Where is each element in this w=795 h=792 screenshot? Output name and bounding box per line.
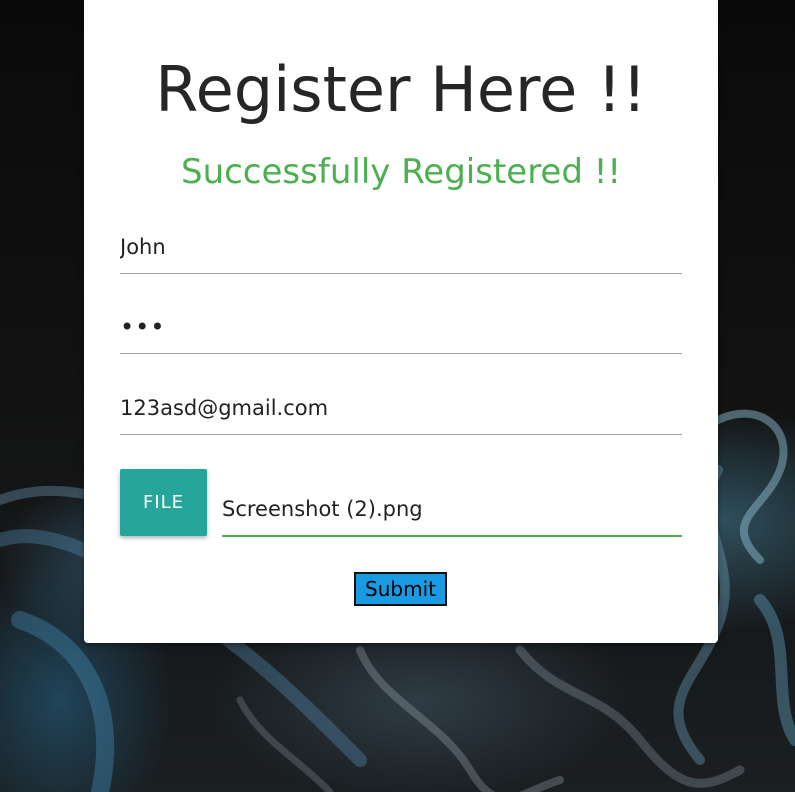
file-path-input[interactable] bbox=[222, 482, 682, 537]
file-upload-button[interactable]: FILE bbox=[120, 469, 207, 536]
email-input[interactable] bbox=[120, 381, 682, 435]
submit-button[interactable]: Submit bbox=[354, 572, 447, 606]
success-message: Successfully Registered !! bbox=[180, 152, 621, 192]
name-input[interactable] bbox=[120, 220, 682, 274]
page-title: Register Here !! bbox=[155, 53, 647, 126]
password-input[interactable] bbox=[120, 300, 682, 354]
register-card: Register Here !! Successfully Registered… bbox=[84, 0, 718, 643]
